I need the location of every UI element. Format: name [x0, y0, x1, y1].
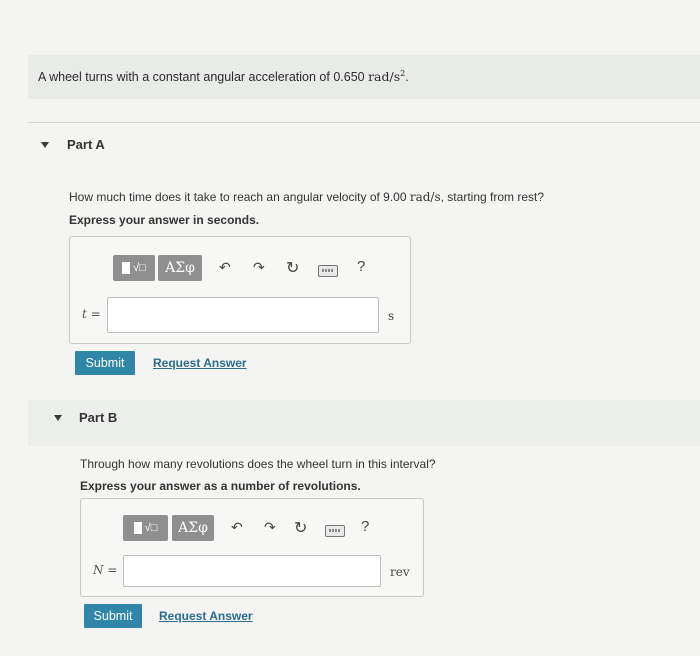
reset-icon[interactable]: ↻	[294, 518, 307, 538]
keyboard-icon[interactable]	[325, 525, 345, 537]
help-icon[interactable]: ?	[357, 258, 365, 275]
part-a-answer-input[interactable]	[107, 297, 379, 333]
collapse-caret-icon[interactable]	[41, 142, 49, 148]
part-b-unit-label: rev	[390, 565, 410, 579]
greek-symbols-button[interactable]: ΑΣφ	[172, 515, 214, 541]
part-a-unit-label: s	[388, 309, 395, 323]
redo-icon[interactable]: ↷	[264, 519, 276, 536]
sqrt-icon: √□	[133, 262, 146, 274]
part-a-instruction: Express your answer in seconds.	[69, 213, 260, 227]
part-a-question: How much time does it take to reach an a…	[69, 190, 544, 204]
part-b-answer-panel: √□ ΑΣφ ↶ ↷ ↻ ? N = rev	[80, 498, 424, 597]
part-b-instruction: Express your answer as a number of revol…	[80, 479, 361, 493]
part-b-request-answer-link[interactable]: Request Answer	[159, 609, 253, 623]
collapse-caret-icon[interactable]	[54, 415, 62, 421]
part-a-submit-button[interactable]: Submit	[75, 351, 135, 375]
part-a-request-answer-link[interactable]: Request Answer	[153, 356, 247, 370]
keyboard-icon[interactable]	[318, 265, 338, 277]
templates-button[interactable]: √□	[113, 255, 155, 281]
part-b-question: Through how many revolutions does the wh…	[80, 457, 436, 471]
template-icon	[122, 262, 131, 274]
undo-icon[interactable]: ↶	[219, 259, 231, 276]
redo-icon[interactable]: ↷	[253, 259, 265, 276]
undo-icon[interactable]: ↶	[231, 519, 243, 536]
reset-icon[interactable]: ↻	[286, 258, 299, 278]
help-icon[interactable]: ?	[361, 518, 369, 535]
part-a-answer-panel: √□ ΑΣφ ↶ ↷ ↻ ? t = s	[69, 236, 411, 344]
problem-unit: rad/s	[368, 69, 401, 85]
templates-button[interactable]: √□	[123, 515, 168, 541]
part-b-answer-input[interactable]	[123, 555, 381, 587]
part-b-submit-button[interactable]: Submit	[84, 604, 142, 628]
sqrt-icon: √□	[144, 522, 158, 534]
problem-period: .	[405, 70, 409, 85]
part-a-question-text: How much time does it take to reach an a…	[69, 190, 407, 204]
problem-text: A wheel turns with a constant angular ac…	[38, 70, 365, 85]
part-b-title[interactable]: Part B	[79, 410, 117, 425]
part-a-question-end: , starting from rest?	[440, 190, 545, 204]
part-a-question-unit: rad/s	[409, 190, 441, 204]
part-b-header-band	[28, 400, 700, 446]
part-a-variable-label: t =	[82, 307, 101, 321]
part-a-title[interactable]: Part A	[67, 137, 105, 152]
divider	[28, 122, 700, 123]
problem-statement: A wheel turns with a constant angular ac…	[28, 55, 700, 99]
part-b-variable-label: N =	[93, 563, 118, 577]
greek-symbols-button[interactable]: ΑΣφ	[158, 255, 202, 281]
template-icon	[133, 522, 142, 534]
